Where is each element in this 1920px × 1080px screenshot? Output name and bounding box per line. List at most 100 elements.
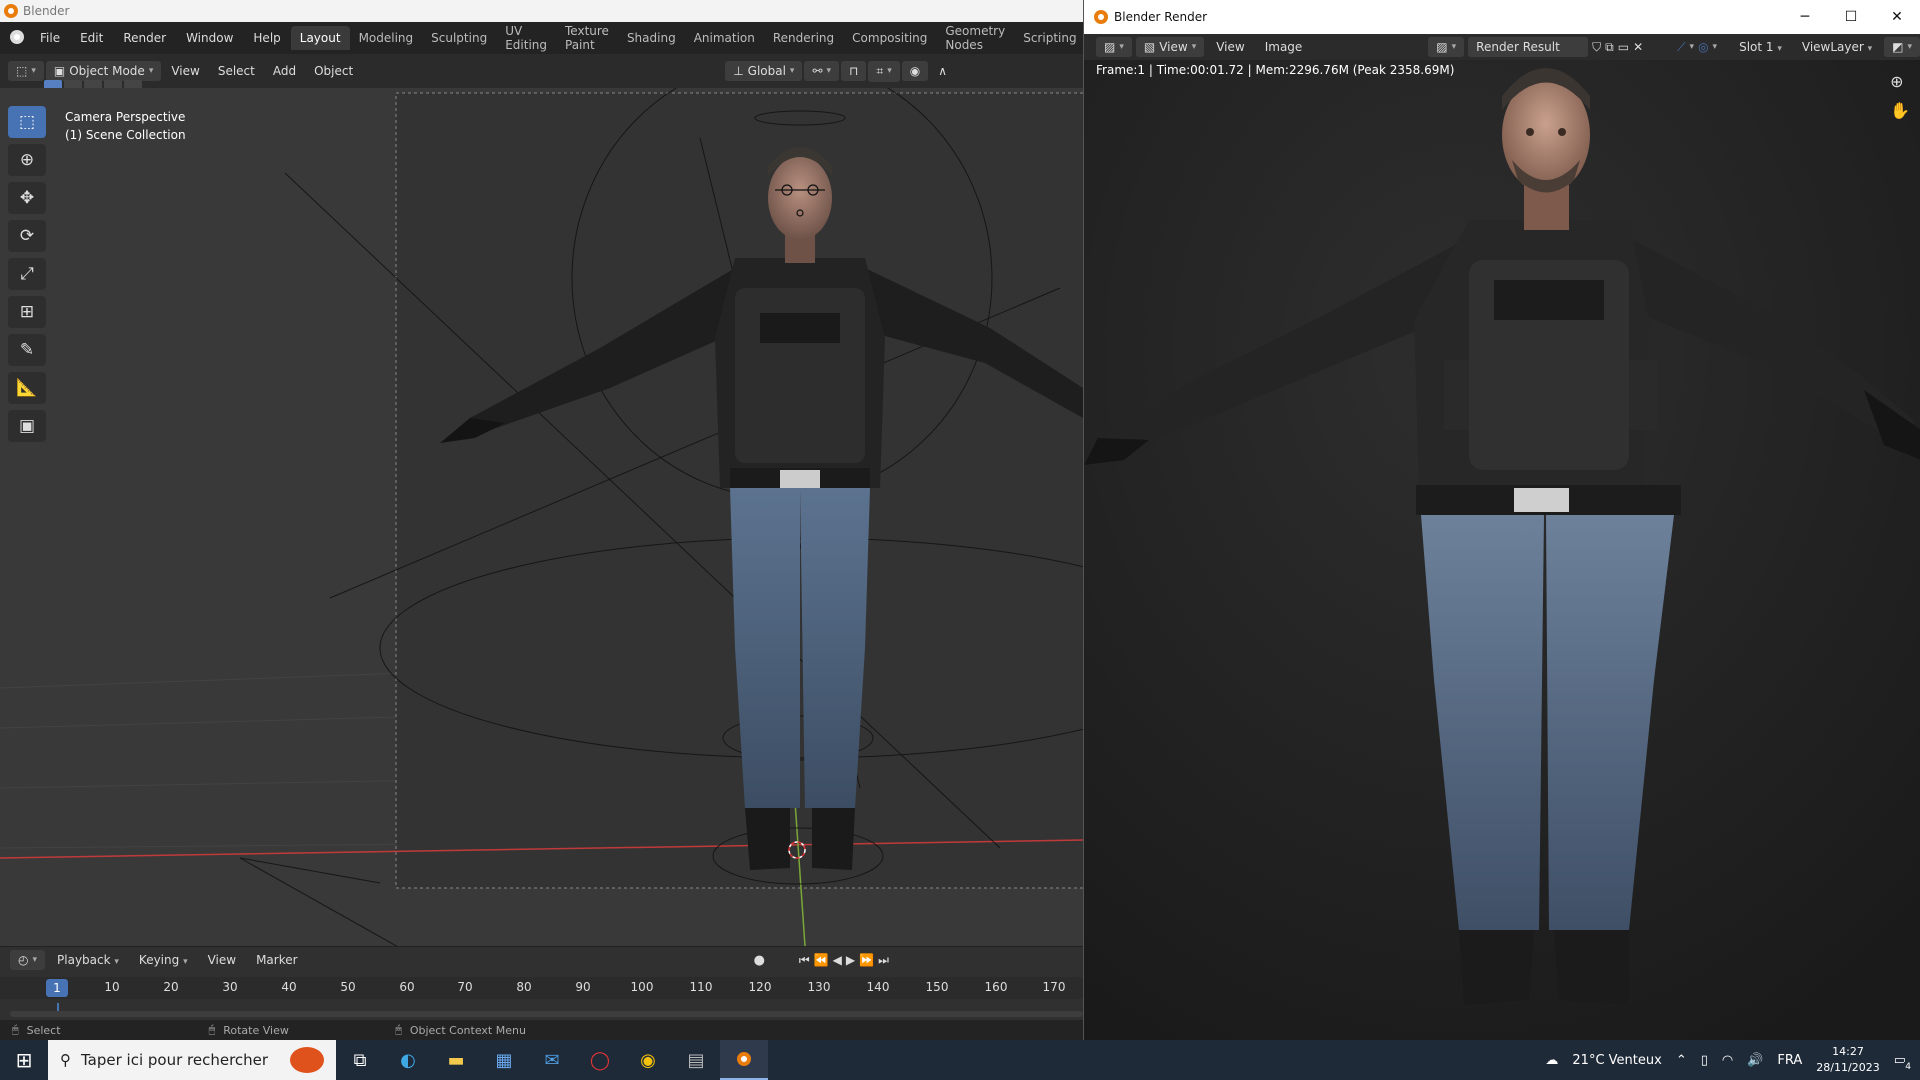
play-icon[interactable]: ▶	[846, 953, 855, 967]
menu-file[interactable]: File	[30, 31, 70, 45]
top-menu-bar: File Edit Render Window Help Layout Mode…	[0, 22, 1083, 54]
transform-icon[interactable]: ⊞	[8, 296, 46, 328]
wifi-icon[interactable]: ◠	[1722, 1053, 1733, 1068]
open-image-icon[interactable]: ▭	[1618, 40, 1629, 54]
slot-dropdown[interactable]: Slot 1 ▾	[1731, 37, 1790, 57]
timeline-menu-keying[interactable]: Keying ▾	[131, 950, 196, 970]
fake-user-icon[interactable]: ⛉	[1592, 40, 1601, 55]
mail-icon[interactable]: ✉	[528, 1040, 576, 1080]
close-icon[interactable]: ✕	[1874, 0, 1920, 34]
timeline-menu-view[interactable]: View	[200, 950, 244, 970]
render-result-image[interactable]	[1084, 60, 1920, 1040]
file-explorer-icon[interactable]: ▬	[432, 1040, 480, 1080]
menu-window[interactable]: Window	[176, 31, 243, 45]
pan-hand-icon[interactable]: ✋	[1890, 101, 1910, 120]
clock[interactable]: 14:27 28/11/2023	[1816, 1044, 1879, 1076]
taskbar-search[interactable]: ⚲ Taper ici pour rechercher	[48, 1040, 336, 1080]
tab-texture-paint[interactable]: Texture Paint	[556, 19, 618, 57]
image-editor-mode[interactable]: ▧ View ▾	[1135, 37, 1205, 57]
tab-animation[interactable]: Animation	[685, 26, 764, 50]
maximize-icon[interactable]: ☐	[1828, 0, 1874, 34]
current-frame-indicator[interactable]: 1	[46, 979, 68, 997]
view-layer-dropdown[interactable]: ViewLayer ▾	[1794, 37, 1880, 57]
play-reverse-icon[interactable]: ◀	[833, 953, 842, 967]
scale-icon[interactable]: ⤢	[8, 258, 46, 290]
frame-ruler[interactable]: 1 10 20 30 40 50 60 70 80 90 100 110 120…	[0, 977, 1083, 999]
unlink-icon[interactable]: ✕	[1633, 40, 1643, 54]
rotate-icon[interactable]: ⟳	[8, 220, 46, 252]
weather-icon[interactable]: ☁	[1545, 1053, 1558, 1068]
pivot-dropdown[interactable]: ⚯ ▾	[804, 61, 840, 81]
record-icon[interactable]: ●	[754, 953, 765, 968]
tab-compositing[interactable]: Compositing	[843, 26, 936, 50]
tab-layout[interactable]: Layout	[290, 26, 350, 50]
image-name-field[interactable]: Render Result	[1468, 37, 1589, 57]
tab-uv-editing[interactable]: UV Editing	[496, 19, 556, 57]
tab-shading[interactable]: Shading	[618, 26, 685, 50]
zoom-icon[interactable]: ⊕	[1890, 72, 1910, 91]
menu-help[interactable]: Help	[243, 31, 290, 45]
menu-edit[interactable]: Edit	[70, 31, 113, 45]
measure-icon[interactable]: 📐	[8, 372, 46, 404]
tab-modeling[interactable]: Modeling	[350, 26, 423, 50]
blender-menu-icon[interactable]	[0, 29, 30, 47]
header-menu-select[interactable]: Select	[210, 61, 263, 81]
3d-viewport[interactable]: ⬚ ⊕ ✥ ⟳ ⤢ ⊞ ✎ 📐 ▣ Camera Perspective (1)…	[0, 88, 1083, 946]
overlay-icon[interactable]: ◎	[1698, 40, 1708, 54]
timeline-menu-marker[interactable]: Marker	[248, 950, 305, 970]
render-menu-view[interactable]: View	[1208, 37, 1252, 57]
new-image-icon[interactable]: ⧉	[1605, 40, 1614, 55]
proportional-edit-toggle[interactable]: ◉	[901, 61, 929, 81]
falloff-dropdown[interactable]: ∧	[930, 61, 955, 81]
timeline-editor-type[interactable]: ◴ ▾	[10, 950, 46, 970]
app-window-icon[interactable]: ▤	[672, 1040, 720, 1080]
timeline-menu-playback[interactable]: Playback ▾	[49, 950, 127, 970]
header-menu-add[interactable]: Add	[265, 61, 304, 81]
tool-shelf: ⬚ ⊕ ✥ ⟳ ⤢ ⊞ ✎ 📐 ▣	[8, 106, 46, 442]
blender-taskbar-icon[interactable]	[720, 1040, 768, 1080]
store-icon[interactable]: ▦	[480, 1040, 528, 1080]
snap-dropdown[interactable]: ⌗ ▾	[868, 60, 900, 82]
tab-scripting[interactable]: Scripting	[1014, 26, 1083, 50]
notification-icon[interactable]: ▭ 4	[1894, 1053, 1912, 1072]
editor-type-dropdown[interactable]: ⬚ ▾	[8, 61, 44, 81]
snap-toggle[interactable]: ⊓	[841, 61, 867, 81]
viewport-overlay-info: Camera Perspective (1) Scene Collection	[65, 108, 186, 144]
minimize-icon[interactable]: ─	[1782, 0, 1828, 34]
tab-geometry-nodes[interactable]: Geometry Nodes	[936, 19, 1014, 57]
tab-sculpting[interactable]: Sculpting	[422, 26, 496, 50]
language-indicator[interactable]: FRA	[1777, 1053, 1802, 1068]
tray-expand-icon[interactable]: ⌃	[1676, 1053, 1687, 1068]
image-editor-type[interactable]: ▨ ▾	[1096, 37, 1132, 57]
display-channels-dropdown[interactable]: ◩ ▾	[1884, 37, 1920, 57]
jump-end-icon[interactable]: ⏭	[878, 953, 889, 968]
mode-dropdown[interactable]: ▣ Object Mode ▾	[45, 61, 162, 81]
annotate-icon[interactable]: ✎	[8, 334, 46, 366]
orientation-dropdown[interactable]: ⊥ Global ▾	[725, 61, 803, 81]
task-view-icon[interactable]: ⧉	[336, 1040, 384, 1080]
chrome-icon[interactable]: ◉	[624, 1040, 672, 1080]
render-window-title: Blender Render	[1114, 10, 1208, 24]
render-menu-image[interactable]: Image	[1257, 37, 1311, 57]
weather-text[interactable]: 21°C Venteux	[1572, 1053, 1661, 1068]
sample-tool-icon[interactable]: ⟋	[1677, 40, 1685, 55]
cursor-icon[interactable]: ⊕	[8, 144, 46, 176]
image-browse-dropdown[interactable]: ▨ ▾	[1428, 37, 1465, 57]
volume-icon[interactable]: 🔊	[1747, 1053, 1763, 1068]
menu-render[interactable]: Render	[113, 31, 176, 45]
device-icon[interactable]: ▯	[1701, 1053, 1708, 1068]
windows-start-icon[interactable]: ⊞	[0, 1040, 48, 1080]
keyframe-next-icon[interactable]: ⏩	[859, 953, 874, 967]
opera-icon[interactable]: ◯	[576, 1040, 624, 1080]
header-menu-view[interactable]: View	[163, 61, 207, 81]
tab-rendering[interactable]: Rendering	[764, 26, 843, 50]
jump-start-icon[interactable]: ⏮	[799, 953, 810, 968]
timeline-scrollbar[interactable]	[10, 1011, 1083, 1017]
edge-icon[interactable]: ◐	[384, 1040, 432, 1080]
tick-label: 60	[399, 980, 415, 994]
header-menu-object[interactable]: Object	[306, 61, 361, 81]
select-box-icon[interactable]: ⬚	[8, 106, 46, 138]
move-icon[interactable]: ✥	[8, 182, 46, 214]
add-cube-icon[interactable]: ▣	[8, 410, 46, 442]
keyframe-prev-icon[interactable]: ⏪	[814, 953, 829, 967]
